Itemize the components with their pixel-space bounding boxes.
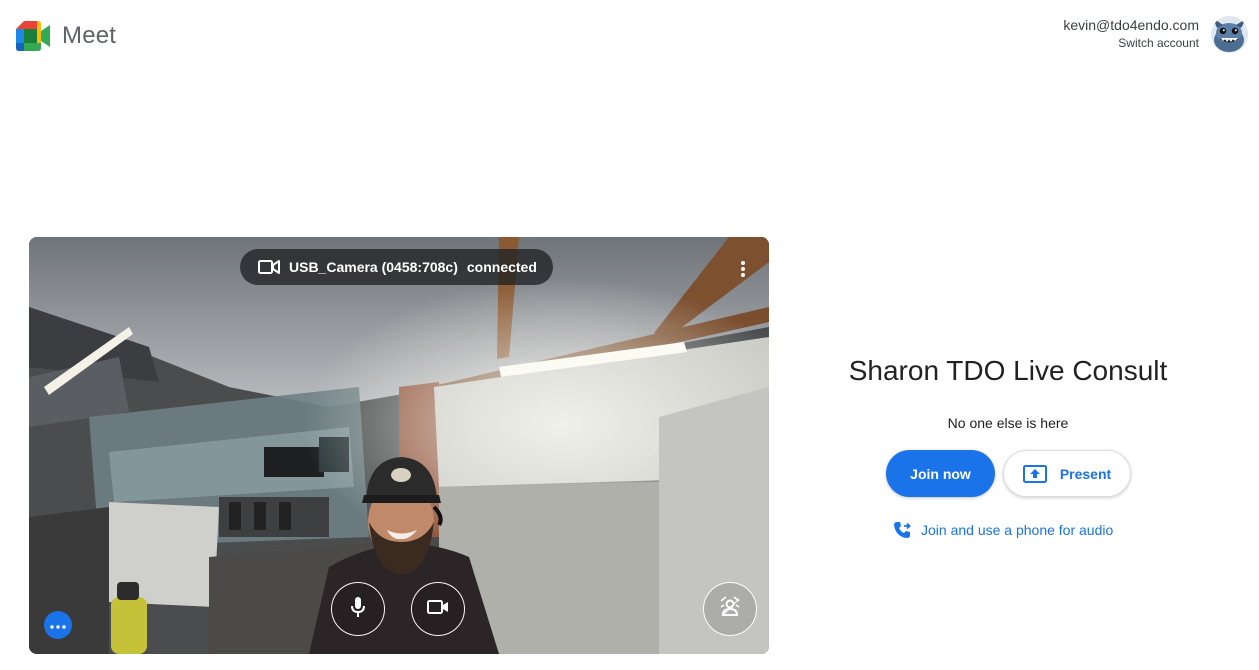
meet-logo[interactable]: Meet (16, 21, 116, 51)
videocam-icon (426, 597, 450, 622)
camera-status: connected (466, 259, 537, 275)
more-controls-button[interactable] (44, 611, 72, 639)
camera-status-pill[interactable]: USB_Camera (0458:708c) connected (240, 249, 553, 285)
microphone-toggle-button[interactable] (331, 582, 385, 636)
join-with-phone-link[interactable]: Join and use a phone for audio (893, 521, 1113, 539)
join-with-phone-label: Join and use a phone for audio (921, 522, 1114, 538)
participants-status: No one else is here (947, 415, 1069, 431)
meeting-title: Sharon TDO Live Consult (848, 355, 1168, 386)
visual-effects-icon (718, 595, 742, 624)
account-info: kevin@tdo4endo.com Switch account (1063, 17, 1199, 52)
camera-name: USB_Camera (0458:708c) (289, 259, 458, 275)
phone-forwarded-icon (893, 521, 911, 539)
app-name: Meet (62, 22, 117, 49)
more-vert-icon (740, 260, 746, 283)
avatar[interactable] (1211, 16, 1248, 53)
join-now-label: Join now (910, 465, 971, 482)
videocam-icon (258, 258, 280, 276)
more-horiz-icon (50, 616, 66, 634)
account-email: kevin@tdo4endo.com (1063, 17, 1199, 33)
present-to-all-icon (1022, 464, 1047, 483)
more-options-button[interactable] (731, 259, 755, 283)
camera-feed-image (29, 237, 769, 654)
join-now-button[interactable]: Join now (886, 450, 995, 497)
camera-preview: USB_Camera (0458:708c) connected (29, 237, 769, 654)
camera-toggle-button[interactable] (411, 582, 465, 636)
mic-icon (348, 595, 368, 624)
visual-effects-button[interactable] (703, 582, 757, 636)
present-button[interactable]: Present (1003, 450, 1131, 497)
meet-logo-icon (16, 21, 50, 51)
switch-account-link[interactable]: Switch account (1063, 34, 1199, 52)
present-label: Present (1059, 465, 1112, 482)
